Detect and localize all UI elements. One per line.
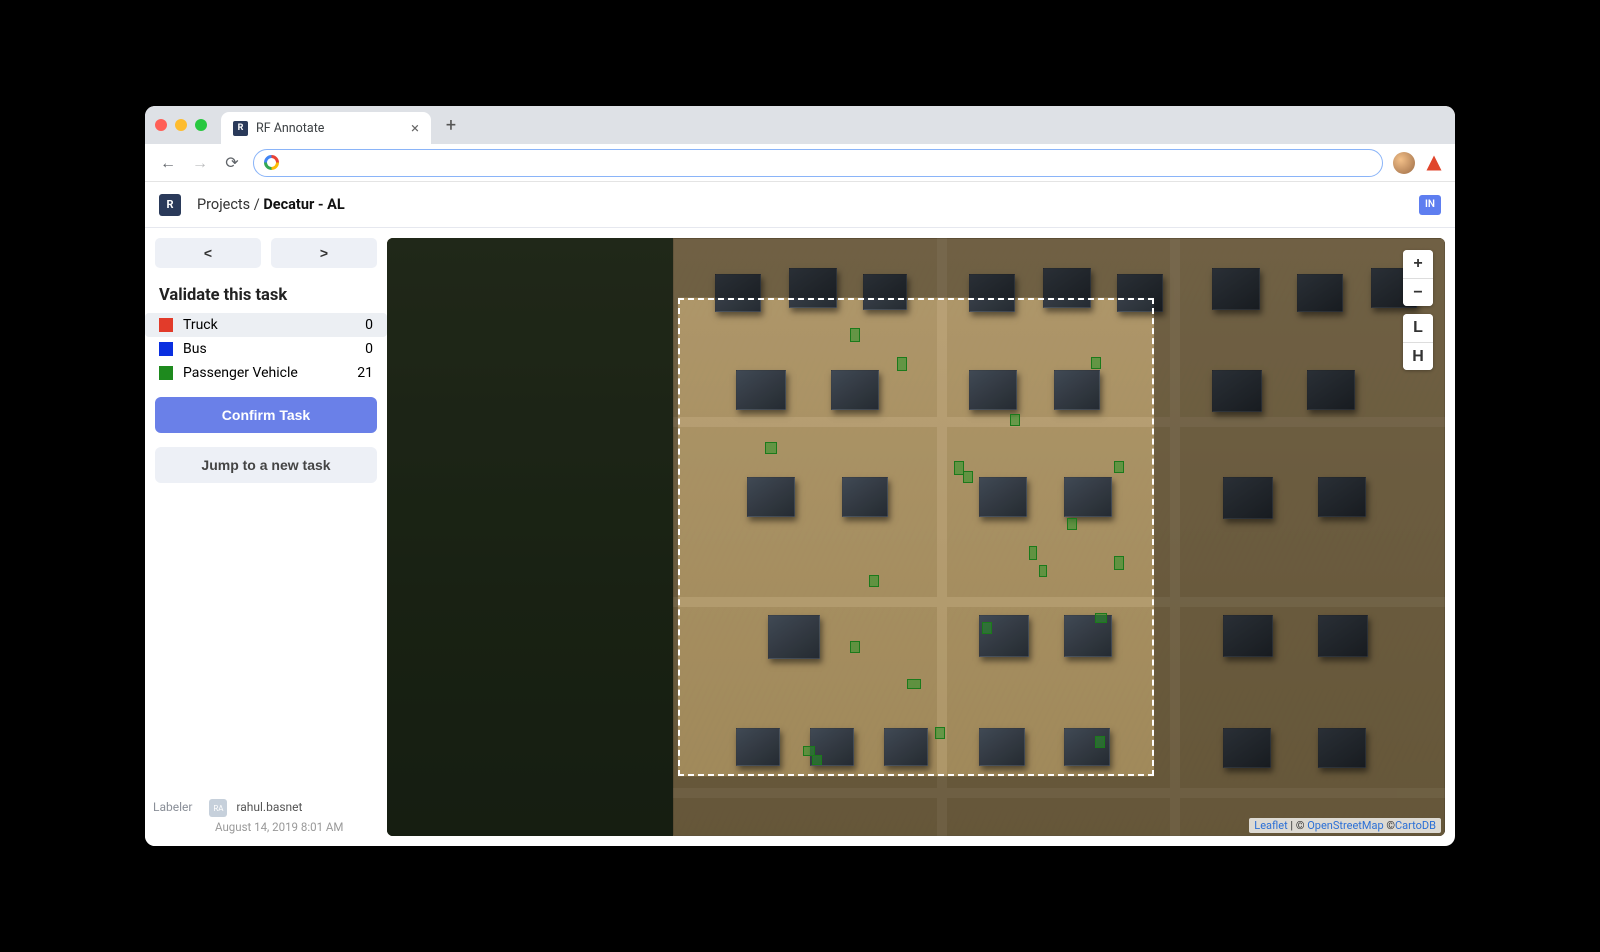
window-controls [155,119,207,131]
map-controls: + − L H [1403,250,1433,370]
task-region[interactable] [678,298,1154,776]
class-count: 21 [357,365,373,381]
profile-avatar-icon[interactable] [1393,152,1415,174]
class-count: 0 [365,341,373,357]
labeler-label: Labeler [153,800,192,814]
class-list: Truck 0 Bus 0 Passenger Vehicle 21 [145,313,387,385]
app-body: < > Validate this task Truck 0 Bus 0 Pas… [145,228,1455,846]
app-logo-icon[interactable]: R [159,194,181,216]
task-pager: < > [145,238,387,268]
breadcrumb-leaf[interactable]: Decatur - AL [263,196,344,213]
search-engine-icon [264,155,279,170]
annotation-box[interactable] [1029,546,1037,560]
class-name: Truck [183,317,218,333]
annotation-box[interactable] [765,442,777,454]
next-task-button[interactable]: > [271,238,377,268]
confirm-task-button[interactable]: Confirm Task [155,397,377,433]
annotation-box[interactable] [869,575,879,587]
class-row-passenger-vehicle[interactable]: Passenger Vehicle 21 [145,361,387,385]
class-swatch-icon [159,318,173,332]
prev-task-button[interactable]: < [155,238,261,268]
annotation-box[interactable] [963,471,973,483]
map-l-button[interactable]: L [1403,314,1433,342]
map-attribution: Leaflet | © OpenStreetMap ©CartoDB [1249,818,1441,833]
annotation-box[interactable] [1091,357,1101,369]
sidebar: < > Validate this task Truck 0 Bus 0 Pas… [145,228,387,846]
window-close-icon[interactable] [155,119,167,131]
sidebar-footer: Labeler RA rahul.basnet August 14, 2019 … [145,789,387,846]
zoom-control: + − [1403,250,1433,306]
tab-favicon-icon: R [233,121,248,136]
class-swatch-icon [159,342,173,356]
tab-title: RF Annotate [256,121,324,136]
annotation-box[interactable] [1114,461,1124,473]
class-count: 0 [365,317,373,333]
annotation-box[interactable] [1039,565,1047,577]
new-tab-button[interactable]: + [437,111,465,139]
toolbar-right [1393,152,1443,174]
annotation-box[interactable] [812,755,822,765]
attrib-osm-link[interactable]: OpenStreetMap [1307,819,1383,832]
annotation-box[interactable] [1095,613,1107,623]
class-name: Passenger Vehicle [183,365,298,381]
annotation-box[interactable] [1010,414,1020,426]
annotation-box[interactable] [1095,736,1105,748]
zoom-in-button[interactable]: + [1403,250,1433,278]
layer-control: L H [1403,314,1433,370]
annotation-box[interactable] [907,679,921,689]
annotation-box[interactable] [982,622,992,634]
breadcrumb: Projects / Decatur - AL [197,196,345,213]
user-badge[interactable]: IN [1419,195,1441,215]
annotation-box[interactable] [1114,556,1124,570]
map-canvas[interactable]: + − L H Leaflet | © OpenStreetMap ©Carto… [387,238,1445,836]
address-bar: ← → ⟳ [145,144,1455,182]
class-name: Bus [183,341,207,357]
annotation-box[interactable] [850,641,860,653]
annotation-box[interactable] [850,328,860,342]
app-header: R Projects / Decatur - AL IN [145,182,1455,228]
attrib-carto-link[interactable]: CartoDB [1395,819,1436,832]
browser-window: R RF Annotate × + ← → ⟳ R Projects / Dec… [145,106,1455,846]
nav-back-button[interactable]: ← [157,153,179,173]
jump-task-button[interactable]: Jump to a new task [155,447,377,483]
window-maximize-icon[interactable] [195,119,207,131]
zoom-out-button[interactable]: − [1403,278,1433,306]
map-h-button[interactable]: H [1403,342,1433,370]
attrib-sep: | © [1288,819,1308,832]
nav-forward-button[interactable]: → [189,153,211,173]
class-row-truck[interactable]: Truck 0 [145,313,387,337]
window-minimize-icon[interactable] [175,119,187,131]
url-input[interactable] [253,149,1383,177]
class-swatch-icon [159,366,173,380]
sidebar-title: Validate this task [145,268,387,313]
attrib-sep2: © [1384,819,1395,832]
labeler-timestamp: August 14, 2019 8:01 AM [215,820,379,834]
class-row-bus[interactable]: Bus 0 [145,337,387,361]
breadcrumb-root[interactable]: Projects [197,196,250,213]
labeler-username: rahul.basnet [236,800,302,814]
attrib-leaflet-link[interactable]: Leaflet [1254,819,1287,832]
tab-strip: R RF Annotate × + [145,106,1455,144]
extension-icon[interactable] [1425,154,1443,172]
annotation-box[interactable] [897,357,907,371]
nav-reload-button[interactable]: ⟳ [221,153,243,172]
tab-close-icon[interactable]: × [411,119,419,137]
annotation-box[interactable] [1067,518,1077,530]
annotation-box[interactable] [935,727,945,739]
breadcrumb-sep: / [250,196,263,213]
browser-tab[interactable]: R RF Annotate × [221,112,431,144]
labeler-avatar-icon: RA [209,799,227,817]
